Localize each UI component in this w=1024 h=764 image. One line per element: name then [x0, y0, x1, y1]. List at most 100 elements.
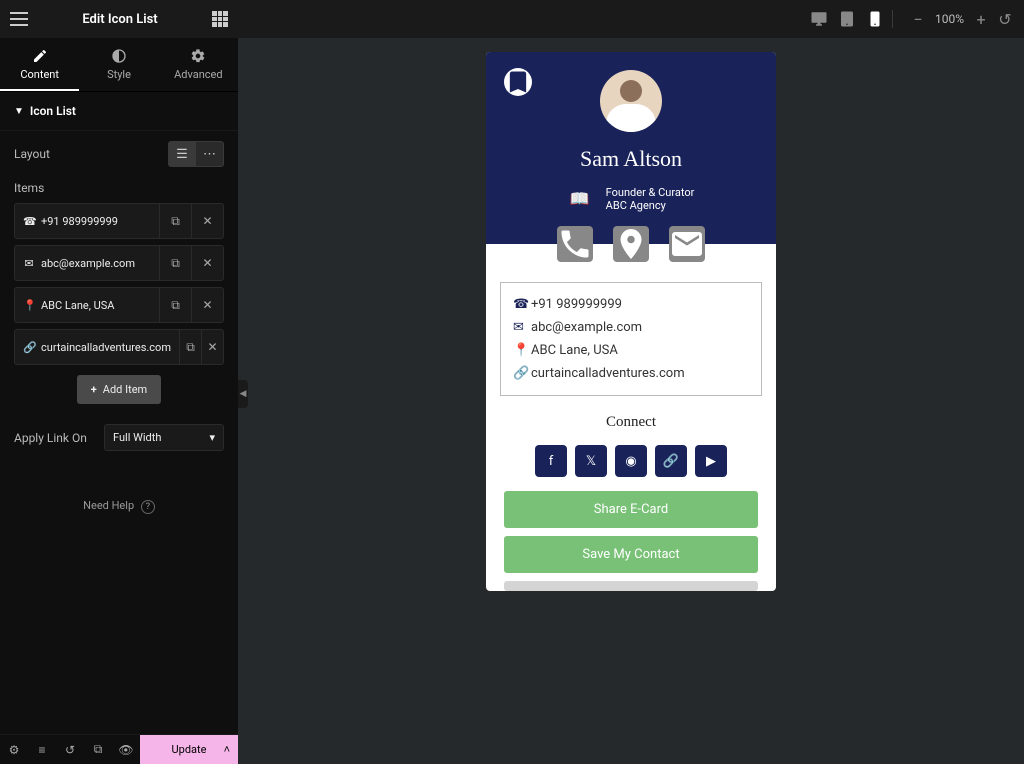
- item-text: abc@example.com: [41, 257, 135, 270]
- preview-icon-list[interactable]: ☎+91 989999999 ✉abc@example.com 📍ABC Lan…: [500, 282, 762, 396]
- device-switcher: [810, 10, 893, 28]
- connect-heading: Connect: [486, 414, 776, 431]
- responsive-icon[interactable]: ⧉: [84, 735, 112, 764]
- phone-icon: ☎: [513, 297, 531, 312]
- preview-icon[interactable]: 👁: [112, 735, 140, 764]
- need-help-label: Need Help: [83, 499, 134, 512]
- navigator-icon[interactable]: ≡: [28, 735, 56, 764]
- layout-list-button[interactable]: ☰: [168, 141, 196, 167]
- tab-style-label: Style: [107, 68, 131, 81]
- contact-buttons: [486, 226, 776, 262]
- item-text: ABC Lane, USA: [41, 299, 114, 312]
- mobile-preview: Sam Altson Founder & Curator ABC Agency …: [486, 52, 776, 591]
- plus-icon: +: [91, 383, 97, 396]
- apply-link-select[interactable]: Full Width ▾: [104, 424, 224, 451]
- pencil-icon: [32, 48, 48, 64]
- list-item[interactable]: 🔗curtaincalladventures.com ⧉ ✕: [14, 329, 224, 365]
- items-label: Items: [0, 177, 238, 203]
- list-item[interactable]: 📍 ABC Lane, USA ⧉ ✕: [14, 287, 224, 323]
- menu-icon[interactable]: [10, 12, 28, 26]
- card-header: Sam Altson Founder & Curator ABC Agency: [486, 52, 776, 244]
- tab-content[interactable]: Content: [0, 38, 79, 91]
- layout-inline-button[interactable]: ⋯: [196, 141, 224, 167]
- youtube-button[interactable]: ▶: [695, 445, 727, 477]
- role-company: ABC Agency: [606, 199, 695, 212]
- share-label: Share E-Card: [594, 502, 668, 517]
- list-item[interactable]: 🔗curtaincalladventures.com: [513, 362, 749, 385]
- list-item[interactable]: ✉ abc@example.com ⧉ ✕: [14, 245, 224, 281]
- remove-button[interactable]: ✕: [191, 204, 223, 238]
- add-item-label: Add Item: [103, 383, 147, 396]
- duplicate-button[interactable]: ⧉: [159, 204, 191, 238]
- card-name: Sam Altson: [486, 146, 776, 172]
- tab-style[interactable]: Style: [79, 38, 158, 91]
- zoom-in-button[interactable]: +: [974, 10, 988, 29]
- main-area: − 100% + ↺ Sam Altson Founder & Curator …: [238, 0, 1024, 764]
- email-button[interactable]: [669, 226, 705, 262]
- item-text: +91 989999999: [41, 215, 118, 228]
- remove-button[interactable]: ✕: [201, 330, 223, 364]
- settings-icon[interactable]: ⚙: [0, 735, 28, 764]
- widgets-grid-icon[interactable]: [212, 11, 228, 27]
- list-item[interactable]: ✉abc@example.com: [513, 316, 749, 339]
- share-ecard-button[interactable]: Share E-Card: [504, 491, 758, 528]
- twitter-button[interactable]: 𝕏: [575, 445, 607, 477]
- desktop-device-button[interactable]: [810, 10, 828, 28]
- website-button[interactable]: 🔗: [655, 445, 687, 477]
- item-text: +91 989999999: [531, 297, 622, 312]
- facebook-button[interactable]: f: [535, 445, 567, 477]
- undo-button[interactable]: ↺: [998, 10, 1012, 29]
- add-item-button[interactable]: + Add Item: [77, 375, 161, 404]
- editor-tabs: Content Style Advanced: [0, 38, 238, 92]
- sidebar-footer: ⚙ ≡ ↺ ⧉ 👁 Update ˄: [0, 734, 238, 764]
- zoom-controls: − 100% + ↺: [907, 10, 1012, 29]
- tab-advanced-label: Advanced: [174, 68, 222, 81]
- section-icon-list[interactable]: ▼ Icon List: [0, 92, 238, 131]
- tablet-device-button[interactable]: [838, 10, 856, 28]
- chevron-up-icon: ˄: [224, 743, 230, 756]
- remove-button[interactable]: ✕: [191, 288, 223, 322]
- sidebar-header: Edit Icon List: [0, 0, 238, 38]
- top-bar: − 100% + ↺: [238, 0, 1024, 38]
- save-label: Save My Contact: [582, 547, 679, 562]
- duplicate-button[interactable]: ⧉: [179, 330, 201, 364]
- instagram-button[interactable]: ◉: [615, 445, 647, 477]
- save-contact-button[interactable]: Save My Contact: [504, 536, 758, 573]
- bookmark-icon[interactable]: [504, 68, 532, 96]
- zoom-value: 100%: [935, 12, 964, 26]
- panel-title: Edit Icon List: [82, 12, 157, 27]
- envelope-icon: ✉: [23, 257, 35, 270]
- canvas: Sam Altson Founder & Curator ABC Agency …: [238, 38, 1024, 764]
- item-text: abc@example.com: [531, 320, 642, 335]
- apply-link-label: Apply Link On: [14, 431, 104, 445]
- link-icon: 🔗: [513, 366, 531, 381]
- placeholder-bar: [504, 581, 758, 591]
- history-icon[interactable]: ↺: [56, 735, 84, 764]
- gear-icon: [190, 48, 206, 64]
- section-label: Icon List: [30, 104, 76, 118]
- item-text: curtaincalladventures.com: [531, 366, 685, 381]
- item-text: curtaincalladventures.com: [41, 341, 171, 354]
- items-list: ☎+91 989999999 ⧉ ✕ ✉abc@example.com ⧉ ✕ …: [0, 203, 238, 404]
- caret-down-icon: ▼: [14, 106, 24, 117]
- list-item[interactable]: 📍ABC Lane, USA: [513, 339, 749, 362]
- location-button[interactable]: [613, 226, 649, 262]
- mobile-device-button[interactable]: [866, 10, 884, 28]
- update-button[interactable]: Update ˄: [140, 735, 238, 764]
- book-icon: [568, 189, 592, 209]
- map-pin-icon: 📍: [23, 299, 35, 312]
- social-row: f 𝕏 ◉ 🔗 ▶: [486, 445, 776, 477]
- panel-body: ▼ Icon List Layout ☰ ⋯ Items ☎+91 989999…: [0, 92, 238, 734]
- zoom-out-button[interactable]: −: [911, 10, 925, 29]
- tab-advanced[interactable]: Advanced: [159, 38, 238, 91]
- duplicate-button[interactable]: ⧉: [159, 246, 191, 280]
- phone-button[interactable]: [557, 226, 593, 262]
- envelope-icon: ✉: [513, 320, 531, 335]
- help-icon: ?: [141, 500, 155, 514]
- need-help-link[interactable]: Need Help ?: [0, 459, 238, 554]
- phone-icon: ☎: [23, 215, 35, 228]
- list-item[interactable]: ☎ +91 989999999 ⧉ ✕: [14, 203, 224, 239]
- list-item[interactable]: ☎+91 989999999: [513, 293, 749, 316]
- duplicate-button[interactable]: ⧉: [159, 288, 191, 322]
- remove-button[interactable]: ✕: [191, 246, 223, 280]
